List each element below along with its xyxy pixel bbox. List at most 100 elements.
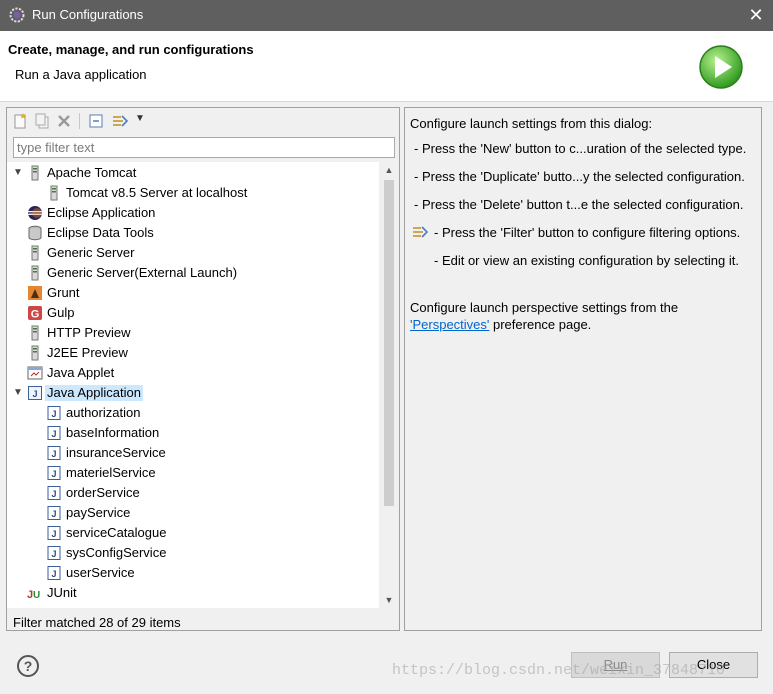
tree-item-label: Eclipse Application — [47, 205, 156, 220]
tree-item-label: payService — [66, 505, 131, 520]
tree-item[interactable]: JserviceCatalogue — [7, 523, 379, 543]
server-icon — [46, 185, 62, 201]
dialog-footer: ? Run Close https://blog.csdn.net/weixin… — [0, 642, 773, 694]
info-intro: Configure launch settings from this dial… — [410, 116, 653, 131]
tree-item-label: orderService — [66, 485, 140, 500]
tree-item-label: userService — [66, 565, 135, 580]
header-title: Create, manage, and run configurations — [8, 42, 254, 57]
configurations-pane: ▼ ▼ Apache Tomcat Tomcat v8.5 Server at lo… — [6, 107, 400, 631]
tree-item-label: Apache Tomcat — [47, 165, 137, 180]
tree-item[interactable]: Generic Server(External Launch) — [7, 263, 379, 283]
tree-item[interactable]: JbaseInformation — [7, 423, 379, 443]
tree-item[interactable]: HTTP Preview — [7, 323, 379, 343]
svg-text:J: J — [51, 409, 56, 419]
eclipse-icon — [27, 205, 43, 221]
toolbar-separator — [79, 113, 80, 129]
tree-item-label: insuranceService — [66, 445, 166, 460]
tree-item-label: Generic Server(External Launch) — [47, 265, 238, 280]
close-button-label: Close — [696, 657, 731, 672]
gulp-icon: G — [27, 305, 43, 321]
tree-item[interactable]: JsysConfigService — [7, 543, 379, 563]
close-button[interactable]: Close — [669, 652, 758, 678]
tree-item[interactable]: Java Applet — [7, 363, 379, 383]
eclipse-gear-icon — [9, 7, 25, 23]
svg-text:J: J — [51, 469, 56, 479]
tree-item[interactable]: Jauthorization — [7, 403, 379, 423]
database-icon — [27, 225, 43, 241]
tree-item[interactable]: Tomcat v8.5 Server at localhost — [7, 183, 379, 203]
svg-text:J: J — [32, 389, 37, 399]
applet-icon — [27, 365, 43, 381]
new-config-icon[interactable] — [11, 112, 29, 130]
perspective-tail: preference page. — [489, 317, 592, 332]
tree-item-label: Java Applet — [47, 365, 115, 380]
tree-item-label: serviceCatalogue — [66, 525, 167, 540]
delete-config-icon[interactable] — [55, 112, 73, 130]
perspective-sentence: 'Perspectives' preference page. — [410, 317, 591, 332]
run-button[interactable]: Run — [571, 652, 660, 678]
header-subtitle: Run a Java application — [15, 67, 147, 82]
info-new: - Press the 'New' button to c...uration … — [414, 141, 747, 156]
tree-item[interactable]: JorderService — [7, 483, 379, 503]
svg-text:J: J — [51, 529, 56, 539]
tree-item-label: sysConfigService — [66, 545, 167, 560]
filter-icon[interactable] — [111, 112, 129, 130]
server-icon — [27, 265, 43, 281]
scroll-up-icon[interactable]: ▲ — [379, 162, 399, 178]
window-title: Run Configurations — [32, 7, 144, 22]
tree-item[interactable]: ▼ J Java Application — [7, 383, 379, 403]
filter-status: Filter matched 28 of 29 items — [13, 615, 181, 630]
junit-icon: JU — [27, 585, 43, 601]
perspectives-link[interactable]: 'Perspectives' — [410, 317, 489, 332]
tree-item[interactable]: Eclipse Application — [7, 203, 379, 223]
tree-item-label: HTTP Preview — [47, 325, 131, 340]
duplicate-config-icon[interactable] — [33, 112, 51, 130]
java-app-icon: J — [27, 385, 43, 401]
svg-text:J: J — [51, 549, 56, 559]
tree-item-label: J2EE Preview — [47, 345, 128, 360]
tree-scrollbar[interactable]: ▲ ▼ — [379, 162, 399, 608]
tree-item[interactable]: J2EE Preview — [7, 343, 379, 363]
collapse-all-icon[interactable] — [87, 112, 105, 130]
svg-text:J: J — [51, 429, 56, 439]
filter-input[interactable] — [13, 137, 395, 158]
tree-item[interactable]: ▼ Apache Tomcat — [7, 163, 379, 183]
tree-item[interactable]: J U JUnit — [7, 583, 379, 603]
filter-menu-chevron-icon[interactable]: ▼ — [135, 113, 145, 124]
tree-item[interactable]: JinsuranceService — [7, 443, 379, 463]
svg-text:J: J — [51, 449, 56, 459]
perspective-line: Configure launch perspective settings fr… — [410, 300, 679, 315]
tree-item[interactable]: G Gulp — [7, 303, 379, 323]
run-button-label: Run — [603, 657, 628, 672]
tree-item-label: JUnit — [47, 585, 77, 600]
tree-item[interactable]: JmaterielService — [7, 463, 379, 483]
info-filter: - Press the 'Filter' button to configure… — [434, 225, 741, 240]
help-icon[interactable]: ? — [17, 655, 39, 677]
expand-chevron-icon[interactable]: ▼ — [12, 386, 24, 400]
tree-item-label: Grunt — [47, 285, 80, 300]
filter-icon — [413, 226, 429, 238]
scroll-thumb[interactable] — [384, 180, 394, 506]
run-icon — [699, 45, 743, 89]
java-file-icon: J — [46, 405, 62, 421]
tree-item[interactable]: Eclipse Data Tools — [7, 223, 379, 243]
tree-item[interactable]: JpayService — [7, 503, 379, 523]
svg-text:J: J — [51, 509, 56, 519]
tree-item-label: Generic Server — [47, 245, 135, 260]
close-icon[interactable]: ✕ — [745, 4, 767, 26]
dialog-header: Create, manage, and run configurations R… — [0, 31, 773, 102]
svg-text:G: G — [31, 309, 40, 321]
scroll-down-icon[interactable]: ▼ — [379, 592, 399, 608]
tree-item[interactable]: Grunt — [7, 283, 379, 303]
configuration-tree[interactable]: ▼ Apache Tomcat Tomcat v8.5 Server at loca… — [7, 162, 379, 608]
grunt-icon — [27, 285, 43, 301]
tree-item-label: Eclipse Data Tools — [47, 225, 154, 240]
tree-item[interactable]: Generic Server — [7, 243, 379, 263]
tree-item[interactable]: JuserService — [7, 563, 379, 583]
tree-item-label: baseInformation — [66, 425, 160, 440]
svg-text:U: U — [33, 590, 40, 601]
expand-chevron-icon[interactable]: ▼ — [12, 166, 24, 180]
java-file-icon: J — [46, 485, 62, 501]
server-icon — [27, 345, 43, 361]
java-file-icon: J — [46, 545, 62, 561]
